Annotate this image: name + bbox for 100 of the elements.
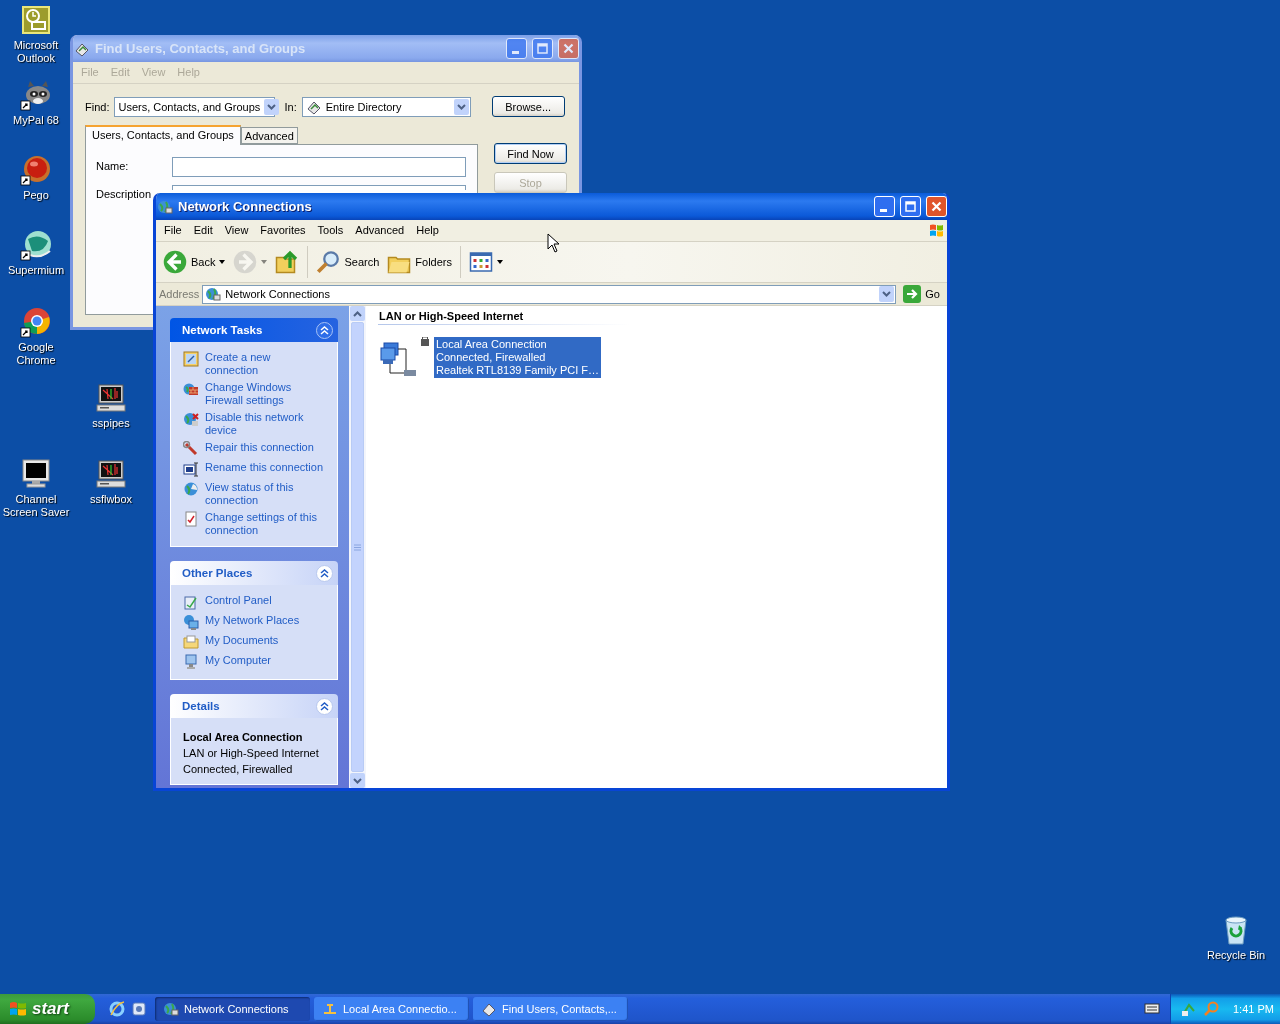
search-icon <box>1203 1001 1219 1017</box>
desktop-icon-label[interactable]: Google Chrome <box>0 341 74 367</box>
task-link[interactable]: Disable this network device <box>205 411 323 437</box>
computer-icon <box>95 458 127 490</box>
menu-item[interactable]: Help <box>410 222 445 239</box>
minimize-button[interactable] <box>874 196 895 217</box>
folders-button[interactable]: Folders <box>384 247 455 277</box>
scrollbar[interactable] <box>349 306 366 788</box>
desktop-icon-label[interactable]: ssflwbox <box>89 493 133 506</box>
network-connection-icon <box>380 337 430 377</box>
monitor-icon <box>20 458 52 490</box>
collapse-button[interactable] <box>316 697 333 715</box>
close-button[interactable] <box>558 38 579 59</box>
minimize-button[interactable] <box>506 38 527 59</box>
globe-icon <box>163 1001 179 1017</box>
task-link[interactable]: Change Windows Firewall settings <box>205 381 323 407</box>
taskbar-button[interactable]: Network Connections <box>155 997 310 1021</box>
dialog-button[interactable]: Find Now <box>494 143 567 164</box>
panel-title: Details <box>182 700 220 712</box>
folder-icon <box>183 634 199 650</box>
desktop-icon-label[interactable]: MyPal 68 <box>13 114 59 127</box>
desktop-icon-label[interactable]: Pego <box>23 189 49 202</box>
desktop-icon-label[interactable]: Recycle Bin <box>1206 949 1266 962</box>
windows-flag-icon <box>928 222 945 239</box>
go-button[interactable]: Go <box>899 285 944 303</box>
tab[interactable]: Users, Contacts, and Groups <box>85 125 241 145</box>
maximize-icon <box>537 43 548 54</box>
back-button[interactable]: Back <box>160 247 229 277</box>
control-panel-icon <box>183 594 199 610</box>
task-link[interactable]: My Computer <box>205 654 323 667</box>
task-link[interactable]: Create a new connection <box>205 351 323 377</box>
chevron-up-icon <box>353 310 362 317</box>
task-link[interactable]: My Network Places <box>205 614 323 627</box>
task-link[interactable]: View status of this connection <box>205 481 323 507</box>
in-label: In: <box>284 100 297 113</box>
browser-icon <box>109 1001 125 1017</box>
details-heading: Local Area Connection <box>183 731 304 743</box>
chevron-down-icon <box>456 103 466 110</box>
network-tray-icon <box>1181 1001 1197 1017</box>
document-check-icon <box>183 511 199 527</box>
tab[interactable]: Advanced <box>240 127 298 144</box>
chevron-down-icon <box>267 103 277 110</box>
menu-item[interactable]: View <box>218 222 255 239</box>
search-icon <box>316 250 341 274</box>
desktop-icon-label[interactable]: sspipes <box>92 417 130 430</box>
globe-cross-icon <box>183 411 199 427</box>
panel-title: Other Places <box>182 567 253 579</box>
connection-item[interactable]: Local Area Connection Connected, Firewalled Realtek RTL8139 Family PCI F… <box>434 337 602 378</box>
search-button[interactable]: Search <box>313 247 383 277</box>
raccoon-icon <box>20 79 52 111</box>
caret-icon <box>497 260 503 264</box>
menu-item[interactable]: Tools <box>311 222 350 239</box>
task-link[interactable]: Rename this connection <box>205 461 323 474</box>
close-button[interactable] <box>926 196 947 217</box>
task-link[interactable]: My Documents <box>205 634 323 647</box>
firewall-icon <box>183 381 199 397</box>
clock: 1:41 PM <box>1233 1003 1274 1015</box>
desktop-icon-label[interactable]: Channel Screen Saver <box>0 493 74 519</box>
find-dropdown[interactable]: Users, Contacts, and Groups <box>114 96 276 117</box>
arrow-right-icon <box>903 285 922 303</box>
find-label: Find: <box>85 100 110 113</box>
caret-icon <box>261 260 268 264</box>
desktop-icon-label[interactable]: Supermium <box>7 264 65 277</box>
input-field[interactable] <box>172 185 466 190</box>
menu-item[interactable]: Advanced <box>349 222 411 239</box>
desktop-icon <box>131 1001 147 1017</box>
input-field[interactable] <box>172 157 466 177</box>
double-chevron-icon <box>320 325 329 335</box>
menu-item[interactable]: File <box>158 222 188 239</box>
address-label: Address <box>159 288 200 300</box>
browse-button[interactable]: Browse... <box>491 96 565 117</box>
globe-icon <box>205 286 222 302</box>
minimize-icon <box>511 50 519 54</box>
collapse-button[interactable] <box>316 321 333 339</box>
calendar-icon <box>20 4 52 36</box>
views-icon <box>469 250 493 274</box>
maximize-button[interactable] <box>900 196 921 217</box>
details-text: Connected, Firewalled <box>183 763 294 775</box>
double-chevron-icon <box>320 568 329 578</box>
wizard-icon <box>183 351 199 367</box>
desktop-icon-label[interactable]: Microsoft Outlook <box>0 39 74 65</box>
start-button[interactable]: start <box>0 994 95 1024</box>
taskbar-button[interactable]: Find Users, Contacts,... <box>473 997 628 1021</box>
menu-item[interactable]: Favorites <box>254 222 312 239</box>
task-link[interactable]: Repair this connection <box>205 441 323 454</box>
details-text: LAN or High-Speed Internet <box>183 747 320 759</box>
collapse-button[interactable] <box>316 564 333 582</box>
chevron-down-icon <box>882 291 892 297</box>
network-places-icon <box>183 614 199 630</box>
keyboard-icon <box>1144 1000 1160 1016</box>
task-link[interactable]: Control Panel <box>205 594 323 607</box>
address-field[interactable]: Network Connections <box>202 284 897 304</box>
taskbar-button[interactable]: Local Area Connectio... <box>314 997 469 1021</box>
menu-item[interactable]: Edit <box>187 222 219 239</box>
maximize-button[interactable] <box>532 38 553 59</box>
chevron-down-icon <box>353 777 362 784</box>
task-link[interactable]: Change settings of this connection <box>205 511 323 537</box>
location-dropdown[interactable]: Entire Directory <box>301 96 471 117</box>
computer-icon <box>95 382 127 414</box>
folder-up-icon <box>275 250 300 274</box>
